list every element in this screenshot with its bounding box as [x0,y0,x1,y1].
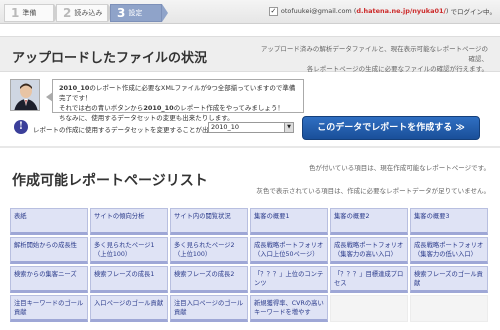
desc-line: アップロード済みの解析データファイルと、現在表示可能なレポートページの確認、 [260,45,488,63]
user-icon: ✓ [268,6,278,16]
report-page-item[interactable]: 検索フレーズの成長1 [90,266,168,293]
report-page-item[interactable]: 集客の概要2 [330,208,408,235]
message-line-2: それでは右の青いボタンから2010_10のレポート作成をやってみましょう！ [59,104,284,112]
step-number: 3 [117,6,126,20]
report-page-grid: 表紙 サイトの傾向分析 サイト内の閲覧状況 集客の概要1 集客の概要2 集客の概要3 解析開… [10,208,490,322]
report-page-item[interactable]: 集客の概要3 [410,208,488,235]
section-divider [0,146,500,148]
step-label: 設定 [128,9,143,17]
desc-line: 各レポートページの生成に必要なファイルの確認が行えます。 [306,65,488,73]
report-page-item[interactable]: サイト内の閲覧状況 [170,208,248,235]
chevron-down-icon: ▼ [284,123,293,132]
dataset-label: レポートの作成に使用するデータセットを変更することが出来ます。 [33,126,234,134]
step-arrow-icon [162,4,168,22]
upload-status-title: アップロードしたファイルの状況 [12,51,208,66]
step-load[interactable]: 2 読み込み [56,4,108,22]
report-page-item [410,295,488,322]
report-list-note: 灰色で表示されている項目は、作成に必要なレポートデータが足りていません。 [256,187,490,195]
report-list-note: 色が付いている項目は、現在作成可能なレポートページです。 [308,164,490,172]
step-number: 2 [63,6,72,20]
report-page-item[interactable]: 「？？？」上位のコンテンツ [250,266,328,293]
report-page-item[interactable]: 集客の概要1 [250,208,328,235]
report-page-item[interactable]: 表紙 [10,208,88,235]
dataset-selected-value: 2010_10 [211,123,240,131]
report-page-item [330,295,408,322]
user-info: ✓ otofuukei@gmail.com ( d.hatena.ne.jp/n… [268,6,497,16]
report-page-item[interactable]: 新規獲得率、CVRの高いキーワードを増やす [250,295,328,322]
report-page-item[interactable]: 注目キーワードのゴール貢献 [10,295,88,322]
report-page-item[interactable]: 入口ページのゴール貢献 [90,295,168,322]
report-page-item[interactable]: サイトの傾向分析 [90,208,168,235]
step-label: 読み込み [74,9,103,17]
report-page-item[interactable]: 検索フレーズのゴール貢献 [410,266,488,293]
report-page-item[interactable]: 検索フレーズの成長2 [170,266,248,293]
info-icon: ! [14,120,28,134]
step-number: 1 [11,6,20,20]
report-page-item[interactable]: 多く見られたページ2（上位100） [170,237,248,264]
report-page-item[interactable]: 解析開始からの成長性 [10,237,88,264]
guide-message: 2010_10のレポート作成に必要なXMLファイルが9つ全部揃っていますので準備… [52,79,304,122]
steps-bar: 1 準備 2 読み込み 3 設定 ✓ otofuukei@gmail.com (… [0,0,500,24]
report-page-item[interactable]: 「？？？」目標達成プロセス [330,266,408,293]
report-list-title: 作成可能レポートページリスト [12,173,208,189]
upload-status-description: アップロード済みの解析データファイルと、現在表示可能なレポートページの確認、 各… [258,44,488,74]
message-line-1: 2010_10のレポート作成に必要なXMLファイルが9つ全部揃っていますので準備… [59,84,296,102]
step-prepare[interactable]: 1 準備 [4,4,54,22]
dataset-select[interactable]: 2010_10 ▼ [208,122,294,133]
step-label: 準備 [22,9,37,17]
report-page-item[interactable]: 成長戦略ポートフォリオ（集客力の高い入口） [330,237,408,264]
login-status: でログイン中。 [450,8,497,16]
create-report-button[interactable]: このデータでレポートを作成する ≫ [302,116,480,140]
step-settings[interactable]: 3 設定 [110,4,162,22]
avatar [10,79,40,111]
report-page-item[interactable]: 成長戦略ポートフォリオ（入口上位50ページ） [250,237,328,264]
report-page-item[interactable]: 検索からの集客ニーズ [10,266,88,293]
user-domain[interactable]: d.hatena.ne.jp/nyuka01/ [356,7,446,15]
report-page-item[interactable]: 注目入口ページのゴール貢献 [170,295,248,322]
report-page-item[interactable]: 成長戦略ポートフォリオ（集客力の低い入口） [410,237,488,264]
report-page-item[interactable]: 多く見られたページ1（上位100） [90,237,168,264]
user-email: otofuukei@gmail.com [280,7,352,15]
